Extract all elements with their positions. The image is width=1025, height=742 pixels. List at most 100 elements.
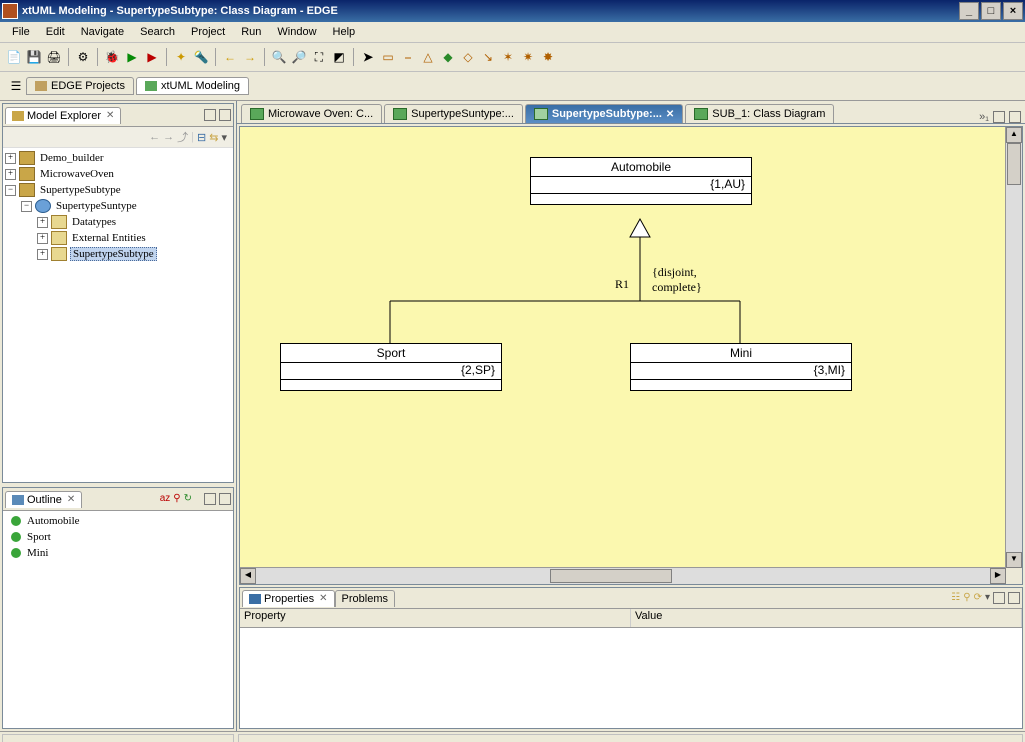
zoom-out-icon[interactable]: 🔎 (290, 48, 308, 66)
editor-tab-subtype[interactable]: SupertypeSubtype:...✕ (525, 104, 683, 123)
relation-label[interactable]: R1 (615, 277, 629, 292)
tree-item[interactable]: External Entities (70, 232, 148, 244)
scroll-right-icon[interactable]: ▶ (990, 568, 1006, 584)
expand-icon[interactable]: + (37, 249, 48, 260)
scroll-thumb[interactable] (1007, 143, 1021, 185)
nav-back-icon[interactable]: ← (221, 48, 239, 66)
pointer-icon[interactable]: ➤ (359, 48, 377, 66)
menu-search[interactable]: Search (132, 24, 183, 40)
filter-icon[interactable]: ⚲ (173, 493, 180, 505)
outline-tab[interactable]: Outline ✕ (5, 491, 82, 508)
open-perspective-icon[interactable]: ☰ (7, 77, 25, 95)
debug-icon[interactable]: 🐞 (103, 48, 121, 66)
link-icon[interactable]: ⇆ (209, 131, 218, 144)
class-sport[interactable]: Sport {2,SP} (280, 343, 502, 391)
print-icon[interactable]: 🖨 (45, 48, 63, 66)
categories-icon[interactable]: ☷ (951, 592, 960, 604)
refresh-icon[interactable]: ↻ (184, 493, 192, 505)
expand-icon[interactable]: + (37, 217, 48, 228)
tool-assoc-icon[interactable]: ⎯ (399, 48, 417, 66)
outline-item[interactable]: Mini (25, 547, 50, 559)
run-icon[interactable]: ▶ (123, 48, 141, 66)
collapse-icon[interactable]: − (5, 185, 16, 196)
menu-run[interactable]: Run (233, 24, 269, 40)
class-mini[interactable]: Mini {3,MI} (630, 343, 852, 391)
tool-a-icon[interactable]: ✶ (499, 48, 517, 66)
nav-fwd-icon[interactable]: → (163, 131, 174, 143)
minimize-button[interactable]: _ (959, 2, 979, 20)
menu-window[interactable]: Window (269, 24, 324, 40)
tree-item[interactable]: SupertypeSuntype (54, 200, 139, 212)
editor-tab-sub1[interactable]: SUB_1: Class Diagram (685, 104, 834, 123)
expand-icon[interactable]: + (37, 233, 48, 244)
minimize-view-icon[interactable] (204, 493, 216, 505)
sort-az-icon[interactable]: aᴢ (160, 493, 171, 505)
tool-link-icon[interactable]: ↘ (479, 48, 497, 66)
collapse-icon[interactable]: ⊟ (197, 131, 206, 144)
tool-comp-icon[interactable]: ◇ (459, 48, 477, 66)
menu-edit[interactable]: Edit (38, 24, 73, 40)
ext-tools-icon[interactable]: ▶ (143, 48, 161, 66)
expand-icon[interactable]: + (5, 153, 16, 164)
close-icon[interactable]: ✕ (67, 494, 75, 505)
menu-file[interactable]: File (4, 24, 38, 40)
maximize-view-icon[interactable] (1008, 592, 1020, 604)
tool-c-icon[interactable]: ✸ (539, 48, 557, 66)
filter-icon[interactable]: ⚲ (963, 592, 970, 604)
diagram-canvas[interactable]: Automobile {1,AU} R1 {disjoint, complete… (240, 127, 1006, 568)
tree-item[interactable]: Datatypes (70, 216, 118, 228)
close-icon[interactable]: ✕ (319, 593, 327, 604)
zoom-fit-icon[interactable]: ⛶ (310, 48, 328, 66)
vertical-scrollbar[interactable]: ▲ ▼ (1005, 127, 1022, 568)
tree-item[interactable]: MicrowaveOven (38, 168, 116, 180)
problems-tab[interactable]: Problems (335, 590, 395, 607)
diagram-editor[interactable]: Automobile {1,AU} R1 {disjoint, complete… (239, 126, 1023, 585)
new-icon[interactable]: 📄 (5, 48, 23, 66)
maximize-view-icon[interactable] (219, 493, 231, 505)
tool-sub-icon[interactable]: ◆ (439, 48, 457, 66)
save-icon[interactable]: 💾 (25, 48, 43, 66)
close-button[interactable]: × (1003, 2, 1023, 20)
menu-project[interactable]: Project (183, 24, 233, 40)
search-icon[interactable]: 🔦 (192, 48, 210, 66)
scroll-thumb[interactable] (550, 569, 672, 583)
maximize-view-icon[interactable] (219, 109, 231, 121)
minimize-editor-icon[interactable] (993, 111, 1005, 123)
outline-item[interactable]: Sport (25, 531, 53, 543)
class-automobile[interactable]: Automobile {1,AU} (530, 157, 752, 205)
minimize-view-icon[interactable] (204, 109, 216, 121)
tool-class-icon[interactable]: ▭ (379, 48, 397, 66)
menu-navigate[interactable]: Navigate (73, 24, 132, 40)
scroll-down-icon[interactable]: ▼ (1006, 552, 1022, 568)
menu-help[interactable]: Help (325, 24, 364, 40)
column-value[interactable]: Value (631, 609, 1022, 627)
maximize-editor-icon[interactable] (1009, 111, 1021, 123)
constraint-label[interactable]: {disjoint, complete} (652, 265, 702, 295)
new-model-icon[interactable]: ✦ (172, 48, 190, 66)
scroll-left-icon[interactable]: ◀ (240, 568, 256, 584)
nav-back-icon[interactable]: ← (149, 131, 160, 143)
tool-super-icon[interactable]: △ (419, 48, 437, 66)
scroll-up-icon[interactable]: ▲ (1006, 127, 1022, 143)
menu-icon[interactable]: ▾ (985, 592, 990, 604)
tree-item[interactable]: SupertypeSubtype (38, 184, 123, 196)
perspective-edge[interactable]: EDGE Projects (26, 77, 134, 95)
defaults-icon[interactable]: ⟳ (974, 592, 982, 604)
editor-tab-suntype[interactable]: SupertypeSuntype:... (384, 104, 523, 123)
column-property[interactable]: Property (240, 609, 631, 627)
model-explorer-tab[interactable]: Model Explorer ✕ (5, 107, 121, 124)
properties-tab[interactable]: Properties ✕ (242, 590, 335, 607)
model-tree[interactable]: +Demo_builder +MicrowaveOven −SupertypeS… (5, 150, 231, 262)
editor-tab-microwave[interactable]: Microwave Oven: C... (241, 104, 382, 123)
minimize-view-icon[interactable] (993, 592, 1005, 604)
build-icon[interactable]: ⚙ (74, 48, 92, 66)
perspective-xtuml[interactable]: xtUML Modeling (136, 77, 249, 95)
collapse-icon[interactable]: − (21, 201, 32, 212)
show-list-icon[interactable]: »₁ (979, 111, 989, 123)
up-icon[interactable]: ⤴ (177, 129, 188, 145)
maximize-button[interactable]: □ (981, 2, 1001, 20)
zoom-in-icon[interactable]: 🔍 (270, 48, 288, 66)
properties-body[interactable] (240, 628, 1022, 728)
tool-b-icon[interactable]: ✷ (519, 48, 537, 66)
zoom-sel-icon[interactable]: ◩ (330, 48, 348, 66)
